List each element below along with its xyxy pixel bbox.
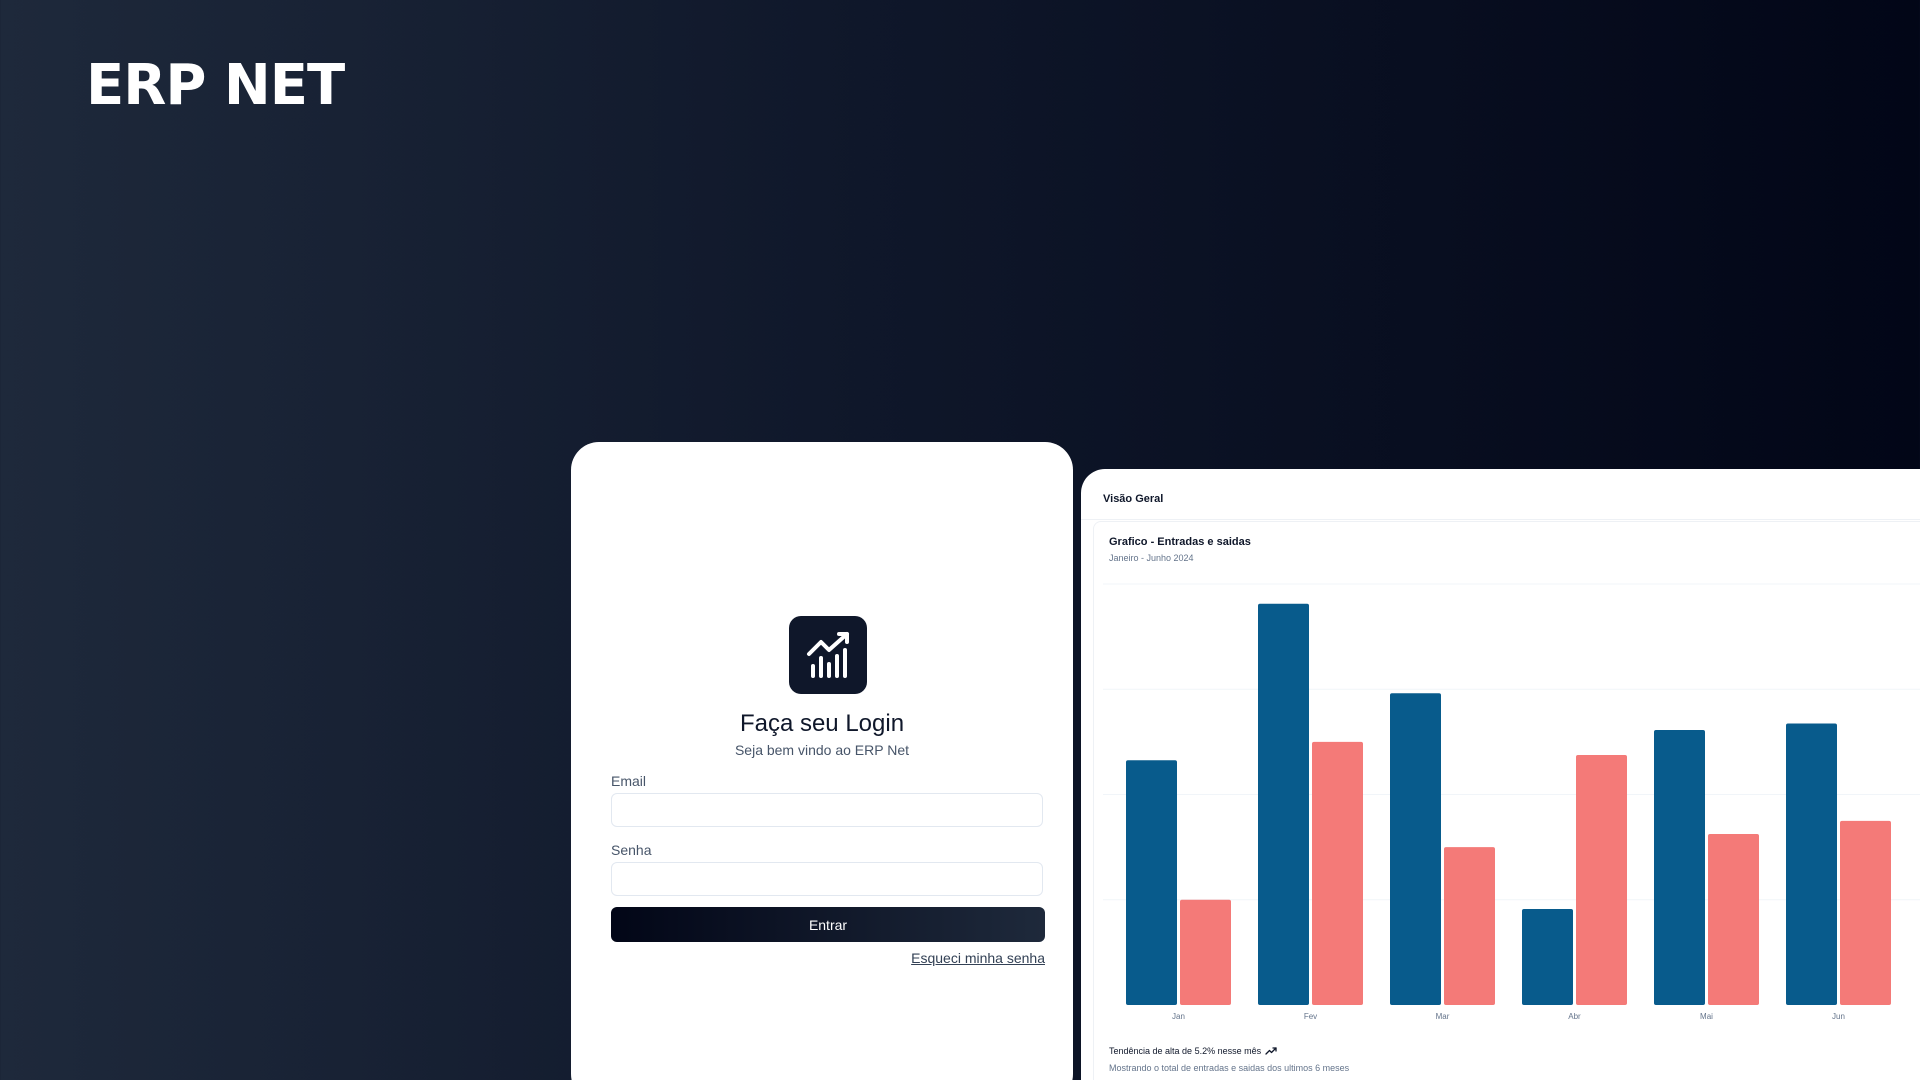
chart-trending-up-icon	[789, 616, 867, 694]
trend-indicator: Tendência de alta de 5.2% nesse mês	[1109, 1046, 1277, 1056]
bar-fev-series-2	[1312, 741, 1363, 1005]
bar-mar-series-2	[1444, 847, 1495, 1005]
x-tick-label: Fev	[1304, 1012, 1317, 1021]
login-card: Faça seu Login Seja bem vindo ao ERP Net…	[571, 442, 1073, 1080]
password-label: Senha	[611, 842, 652, 858]
login-title: Faça seu Login	[739, 710, 905, 737]
brand-title: ERP NET	[86, 53, 345, 118]
login-subtitle: Seja bem vindo ao ERP Net	[734, 742, 910, 758]
bar-jan-series-2	[1180, 899, 1231, 1005]
bar-abr-series-1	[1522, 908, 1573, 1005]
bar-jun-series-1	[1786, 723, 1837, 1005]
login-button[interactable]: Entrar	[611, 907, 1045, 942]
bar-jun-series-2	[1840, 820, 1891, 1005]
bar-mai-series-1	[1654, 730, 1705, 1005]
x-tick-label: Mar	[1436, 1012, 1450, 1021]
x-tick-label: Jun	[1832, 1012, 1845, 1021]
x-tick-label: Mai	[1700, 1012, 1713, 1021]
bar-abr-series-2	[1576, 755, 1627, 1005]
bar-jan-series-1	[1126, 760, 1177, 1005]
dashboard-card: Visão Geral Grafico - Entradas e saidas …	[1081, 469, 1920, 1080]
bar-mai-series-2	[1708, 833, 1759, 1005]
bar-fev-series-1	[1258, 603, 1309, 1005]
email-field[interactable]	[611, 793, 1043, 827]
x-tick-label: Abr	[1568, 1012, 1581, 1021]
forgot-password-link[interactable]: Esqueci minha senha	[911, 950, 1045, 966]
password-field[interactable]	[611, 862, 1043, 896]
email-label: Email	[611, 773, 647, 789]
bar-mar-series-1	[1390, 693, 1441, 1005]
bar-chart: Jan Fev Mar Abr Mai Jun	[1103, 583, 1920, 1021]
x-tick-label: Jan	[1172, 1012, 1185, 1021]
chart-footer: Mostrando o total de entradas e saidas d…	[1109, 1063, 1350, 1073]
trending-up-icon	[1265, 1047, 1277, 1055]
trend-text: Tendência de alta de 5.2% nesse mês	[1109, 1046, 1262, 1056]
